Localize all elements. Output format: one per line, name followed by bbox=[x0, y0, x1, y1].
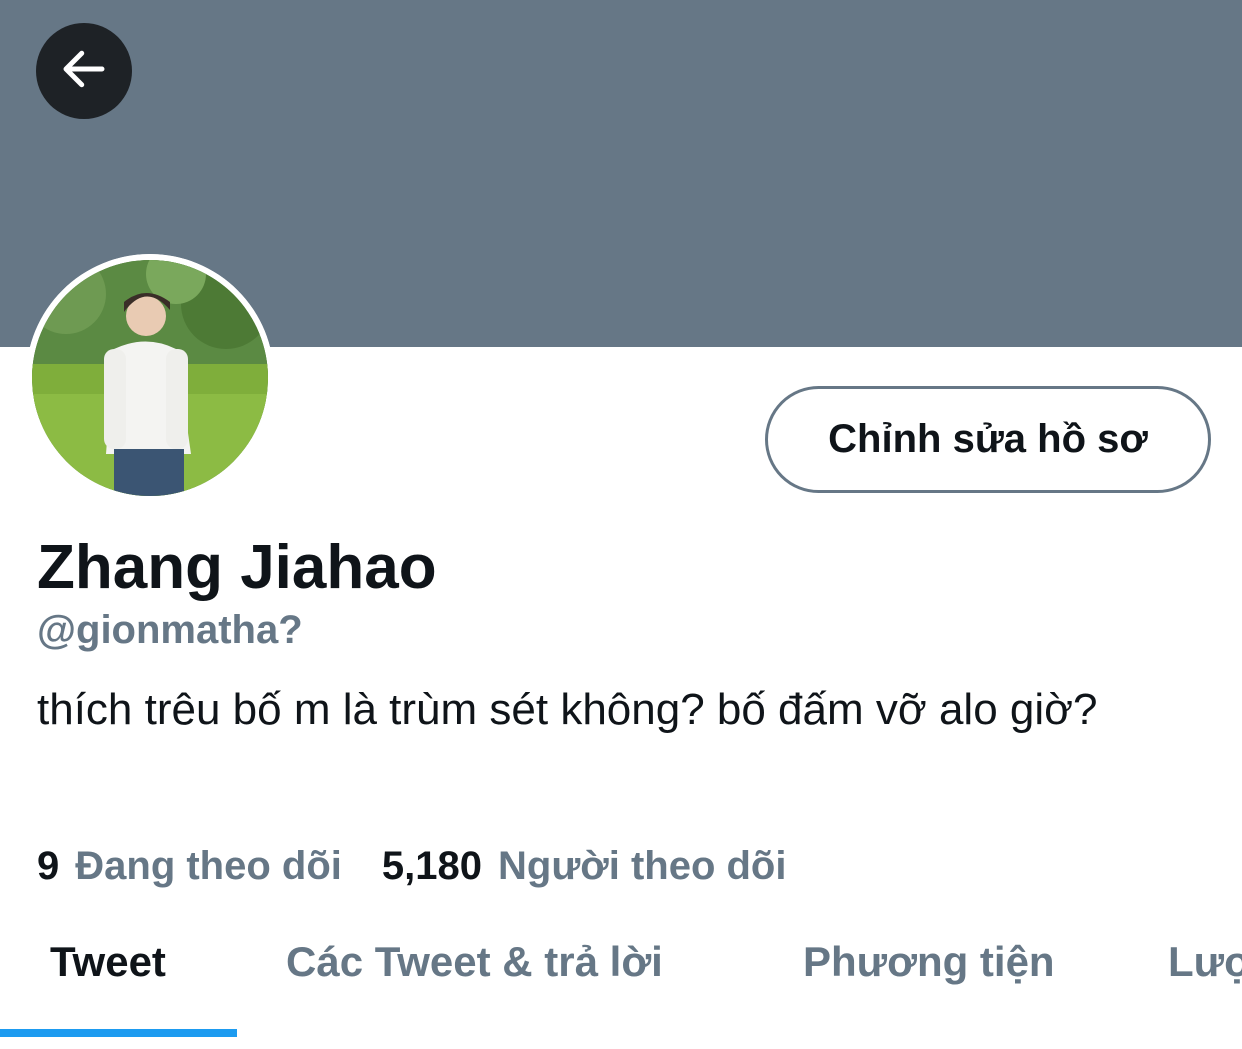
profile-tabs: Tweet Các Tweet & trả lời Phương tiện Lư… bbox=[0, 925, 1242, 1049]
follow-stats: 9 Đang theo dõi 5,180 Người theo dõi bbox=[37, 840, 786, 892]
user-handle: @gionmatha? bbox=[37, 608, 303, 652]
arrow-left-icon bbox=[57, 42, 111, 101]
display-name: Zhang Jiahao bbox=[37, 533, 437, 602]
followers-label: Người theo dõi bbox=[498, 844, 787, 888]
tab-likes[interactable]: Lượt thích bbox=[1168, 935, 1242, 989]
avatar[interactable] bbox=[26, 254, 274, 502]
followers-link[interactable]: 5,180 Người theo dõi bbox=[382, 840, 787, 892]
tab-media[interactable]: Phương tiện bbox=[803, 935, 1055, 989]
profile-bio: thích trêu bố m là trùm sét không? bố đấ… bbox=[37, 685, 1098, 734]
edit-profile-button[interactable]: Chỉnh sửa hồ sơ bbox=[765, 386, 1211, 493]
active-tab-indicator bbox=[0, 1029, 237, 1037]
following-label: Đang theo dõi bbox=[75, 844, 342, 888]
following-count: 9 bbox=[37, 844, 60, 888]
following-link[interactable]: 9 Đang theo dõi bbox=[37, 840, 342, 892]
tab-tweets-and-replies[interactable]: Các Tweet & trả lời bbox=[286, 935, 663, 989]
tab-tweets[interactable]: Tweet bbox=[50, 935, 166, 989]
back-button[interactable] bbox=[36, 23, 132, 119]
followers-count: 5,180 bbox=[381, 844, 482, 888]
